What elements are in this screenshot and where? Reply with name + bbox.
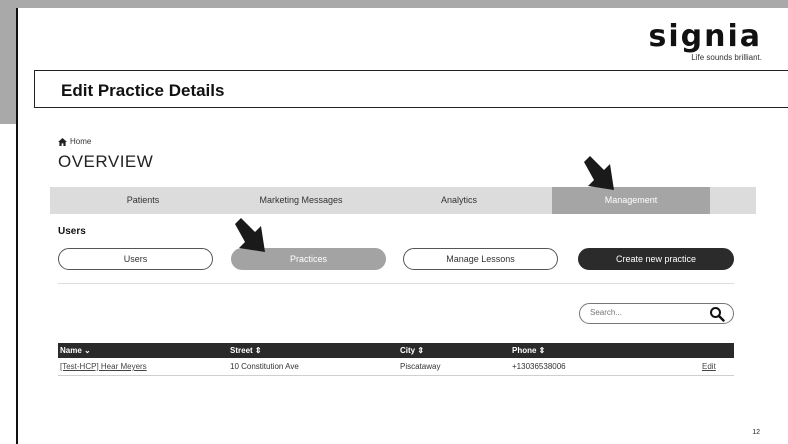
- logo-wordmark: signia: [648, 19, 762, 54]
- slide-frame-line: [16, 8, 18, 444]
- practices-table: Name ⌄ Street ⇕ City ⇕ Phone ⇕ [Test-HCP…: [58, 343, 734, 376]
- page-title: OVERVIEW: [58, 152, 154, 171]
- tab-patients[interactable]: Patients: [64, 187, 222, 214]
- search-icon[interactable]: [709, 306, 725, 322]
- column-name[interactable]: Name ⌄: [58, 343, 230, 358]
- column-phone[interactable]: Phone ⇕: [512, 343, 702, 358]
- slide-title-bar: Edit Practice Details: [34, 70, 788, 108]
- column-street[interactable]: Street ⇕: [230, 343, 400, 358]
- users-button[interactable]: Users: [58, 248, 213, 270]
- slide-title: Edit Practice Details: [61, 81, 225, 100]
- cell-city: Piscataway: [400, 362, 441, 371]
- slide-top-band: [0, 0, 788, 8]
- column-city[interactable]: City ⇕: [400, 343, 512, 358]
- main-nav: Patients Marketing Messages Analytics Ma…: [50, 187, 756, 214]
- slide-left-band: [0, 0, 16, 124]
- signia-logo: signia Life sounds brilliant.: [648, 19, 763, 63]
- table-header: Name ⌄ Street ⇕ City ⇕ Phone ⇕: [58, 343, 734, 358]
- app-screen: Home OVERVIEW Patients Marketing Message…: [50, 137, 756, 376]
- tab-marketing-messages[interactable]: Marketing Messages: [222, 187, 380, 214]
- edit-link[interactable]: Edit: [702, 358, 734, 375]
- practice-name-link[interactable]: [Test-HCP] Hear Meyers: [58, 358, 230, 375]
- column-actions: [702, 343, 734, 358]
- page-number: 12: [752, 429, 760, 436]
- arrow-pointer-icon: [584, 156, 614, 190]
- tab-analytics[interactable]: Analytics: [380, 187, 538, 214]
- breadcrumb[interactable]: Home: [58, 137, 756, 146]
- search-input[interactable]: [588, 307, 702, 318]
- tab-management[interactable]: Management: [552, 187, 710, 214]
- manage-lessons-button[interactable]: Manage Lessons: [403, 248, 558, 270]
- create-practice-button[interactable]: Create new practice: [578, 248, 734, 270]
- arrow-pointer-icon: [235, 218, 265, 252]
- logo-tagline: Life sounds brilliant.: [691, 53, 762, 62]
- divider: [58, 283, 734, 284]
- table-row: [Test-HCP] Hear Meyers 10 Constitution A…: [58, 358, 734, 376]
- cell-street: 10 Constitution Ave: [230, 362, 299, 371]
- home-icon: [58, 137, 67, 146]
- breadcrumb-home[interactable]: Home: [70, 137, 91, 146]
- cell-phone: +13036538006: [512, 362, 566, 371]
- search-box[interactable]: [579, 303, 734, 324]
- users-section-label: Users: [58, 226, 86, 237]
